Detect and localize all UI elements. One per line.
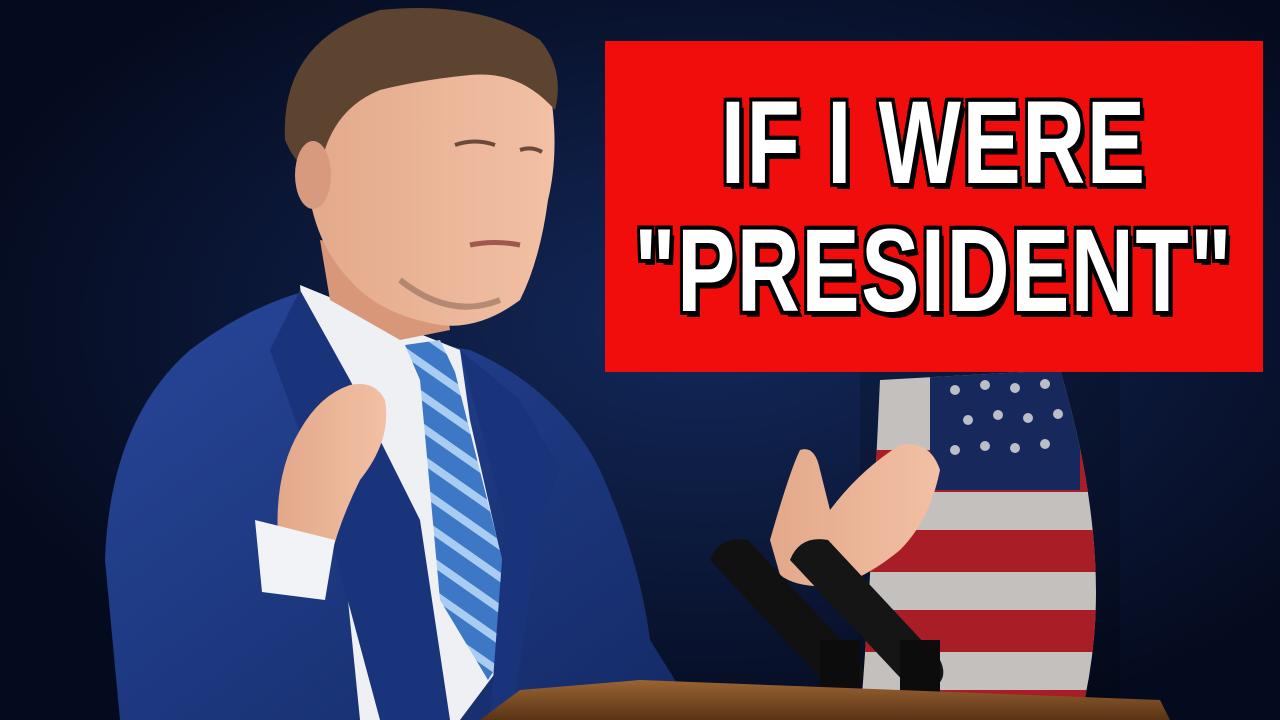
title-banner: IF I WERE "PRESIDENT" — [605, 41, 1263, 372]
title-line-2: "PRESIDENT" — [634, 204, 1234, 337]
video-thumbnail: IF I WERE "PRESIDENT" — [0, 0, 1280, 720]
title-line-1: IF I WERE — [721, 76, 1147, 209]
